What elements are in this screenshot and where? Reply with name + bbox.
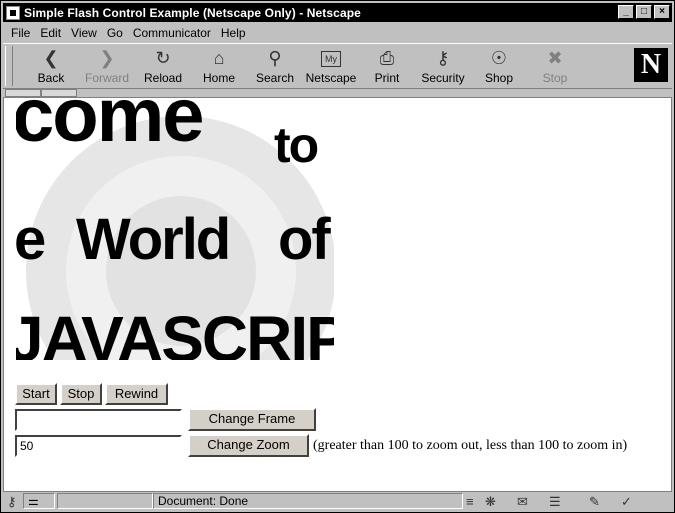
frame-input[interactable] bbox=[15, 409, 182, 431]
zoom-input[interactable] bbox=[15, 435, 182, 457]
flash-movie[interactable]: come to e World of JAVASCRIP bbox=[16, 98, 334, 360]
stop-button[interactable]: ✖ Stop bbox=[527, 47, 583, 87]
search-label: Search bbox=[255, 71, 295, 85]
print-button[interactable]: ⎙ Print bbox=[359, 47, 415, 87]
title-bar[interactable]: Simple Flash Control Example (Netscape O… bbox=[3, 3, 672, 22]
discussions-icon[interactable]: ☰ bbox=[549, 494, 561, 510]
back-button[interactable]: ❮ Back bbox=[23, 47, 79, 87]
menu-file[interactable]: File bbox=[3, 26, 35, 40]
shop-label: Shop bbox=[484, 71, 514, 85]
menu-edit[interactable]: Edit bbox=[35, 26, 66, 40]
reload-label: Reload bbox=[143, 71, 183, 85]
reload-button[interactable]: ↻ Reload bbox=[135, 47, 191, 87]
back-label: Back bbox=[37, 71, 65, 85]
search-button[interactable]: ⚲ Search bbox=[247, 47, 303, 87]
component-bar-handle-icon[interactable]: ≡ bbox=[466, 494, 474, 509]
netscape-label: Netscape bbox=[305, 71, 357, 85]
progress-cell bbox=[57, 493, 153, 509]
home-icon: ⌂ bbox=[213, 48, 225, 68]
security-button[interactable]: ⚷ Security bbox=[415, 47, 471, 87]
status-bar: ⚷ ⚌ Document: Done ≡ ❋ ✉ ☰ ✎ ✓ bbox=[3, 492, 672, 510]
flash-word-come: come bbox=[16, 98, 205, 158]
window-controls: _ □ × bbox=[616, 5, 670, 19]
browser-window: Simple Flash Control Example (Netscape O… bbox=[0, 0, 675, 513]
menu-view[interactable]: View bbox=[66, 26, 102, 40]
security-status-icon[interactable]: ⚷ bbox=[7, 494, 17, 510]
print-icon: ⎙ bbox=[379, 48, 395, 68]
page-content: come to e World of JAVASCRIP Start Stop … bbox=[3, 97, 672, 492]
home-label: Home bbox=[202, 71, 235, 85]
navigator-icon[interactable]: ❋ bbox=[485, 494, 496, 510]
collapse-tab-navigation[interactable] bbox=[5, 89, 41, 97]
navigation-toolbar: ❮ Back ❯ Forward ↻ Reload ⌂ Home ⚲ Searc… bbox=[3, 43, 672, 89]
print-label: Print bbox=[374, 71, 400, 85]
composer-icon[interactable]: ✎ bbox=[589, 494, 600, 510]
change-frame-button[interactable]: Change Frame bbox=[188, 408, 316, 431]
zoom-hint-text: (greater than 100 to zoom out, less than… bbox=[313, 438, 628, 453]
collapse-tab-location[interactable] bbox=[41, 89, 77, 97]
reload-icon: ↻ bbox=[155, 48, 171, 68]
home-button[interactable]: ⌂ Home bbox=[191, 47, 247, 87]
stop-icon: ✖ bbox=[547, 48, 563, 68]
toolbar-grip-handle[interactable] bbox=[5, 46, 13, 86]
netscape-window-icon[interactable] bbox=[6, 5, 20, 20]
minimize-button[interactable]: _ bbox=[618, 5, 634, 19]
flash-word-of: of bbox=[278, 207, 331, 272]
forward-label: Forward bbox=[84, 71, 129, 85]
my-netscape-button[interactable]: My Netscape bbox=[303, 47, 359, 87]
security-lock-icon: ⚷ bbox=[436, 48, 450, 68]
forward-arrow-icon: ❯ bbox=[99, 48, 115, 68]
flash-word-world: World bbox=[76, 207, 231, 272]
toolbar-collapse-tabs bbox=[3, 88, 672, 97]
window-title: Simple Flash Control Example (Netscape O… bbox=[24, 5, 361, 20]
status-text: Document: Done bbox=[153, 493, 463, 509]
close-button[interactable]: × bbox=[654, 5, 670, 19]
stop-movie-button[interactable]: Stop bbox=[60, 383, 102, 405]
stop-label: Stop bbox=[542, 71, 568, 85]
my-netscape-icon: My bbox=[321, 51, 341, 67]
change-zoom-button[interactable]: Change Zoom bbox=[188, 434, 309, 457]
maximize-button[interactable]: □ bbox=[636, 5, 652, 19]
rewind-button[interactable]: Rewind bbox=[105, 383, 168, 405]
connection-plug-icon: ⚌ bbox=[28, 494, 39, 508]
search-icon: ⚲ bbox=[268, 48, 282, 68]
address-book-icon[interactable]: ✓ bbox=[621, 494, 632, 510]
mail-icon[interactable]: ✉ bbox=[517, 494, 528, 510]
flash-word-javascript: JAVASCRIP bbox=[16, 303, 334, 360]
menu-bar: File Edit View Go Communicator Help bbox=[3, 24, 672, 42]
flash-word-to: to bbox=[274, 117, 319, 173]
back-arrow-icon: ❮ bbox=[43, 48, 59, 68]
menu-communicator[interactable]: Communicator bbox=[128, 26, 216, 40]
flash-word-e: e bbox=[16, 207, 46, 272]
netscape-logo[interactable]: N bbox=[634, 48, 668, 82]
start-button[interactable]: Start bbox=[15, 383, 57, 405]
shop-button[interactable]: ☉ Shop bbox=[471, 47, 527, 87]
forward-button[interactable]: ❯ Forward bbox=[79, 47, 135, 87]
shop-icon: ☉ bbox=[490, 48, 508, 68]
menu-help[interactable]: Help bbox=[216, 26, 251, 40]
menu-go[interactable]: Go bbox=[102, 26, 128, 40]
connection-status: ⚌ bbox=[23, 493, 55, 509]
security-label: Security bbox=[421, 71, 465, 85]
